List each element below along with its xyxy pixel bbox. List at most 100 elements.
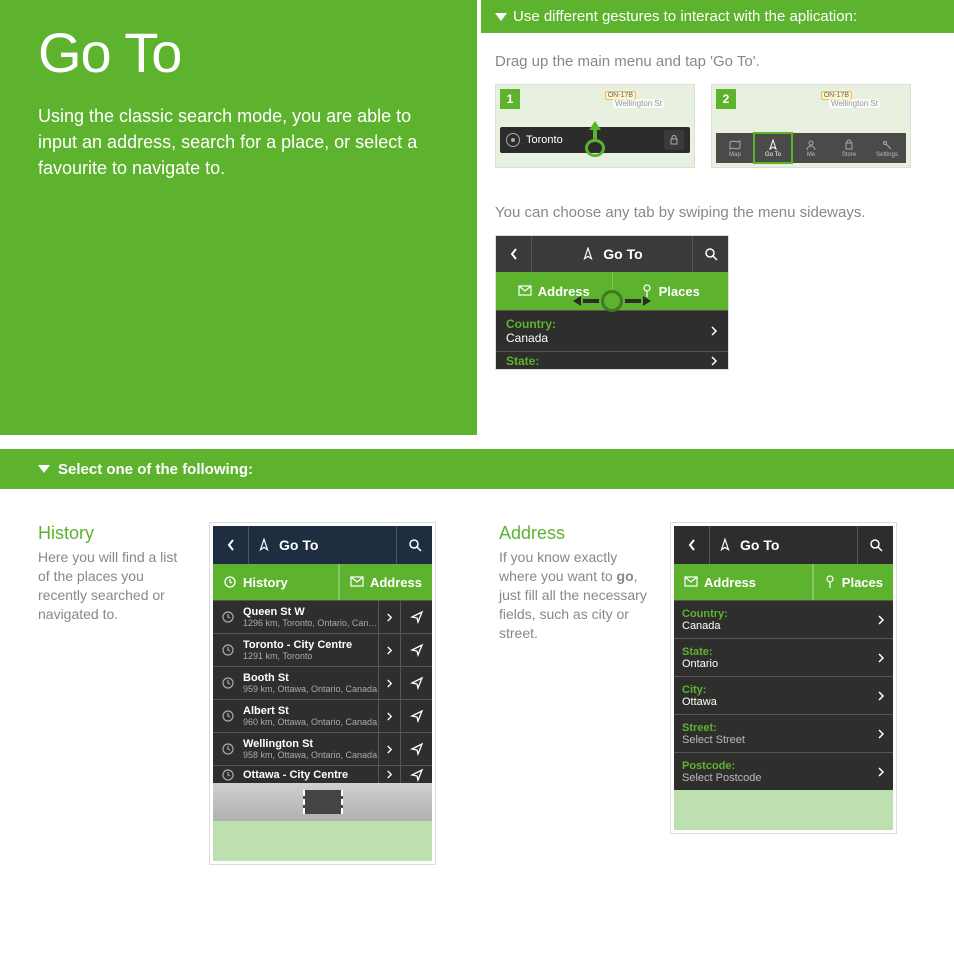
- address-field-label: Street:: [682, 722, 877, 734]
- country-row[interactable]: Country: Canada: [496, 310, 728, 351]
- tab-address[interactable]: Address: [674, 564, 813, 600]
- history-item[interactable]: Booth St959 km, Ottawa, Ontario, Canada: [213, 666, 432, 699]
- address-field-row[interactable]: Street:Select Street: [674, 714, 893, 752]
- tab-history[interactable]: History: [213, 564, 339, 600]
- address-field-label: Country:: [682, 608, 877, 620]
- search-button[interactable]: [692, 236, 728, 272]
- address-field-row[interactable]: City:Ottawa: [674, 676, 893, 714]
- swipe-panel: Go To Address Places: [495, 235, 729, 370]
- step1-thumb-1: 1 ON-17B Wellington St Toronto: [495, 84, 695, 168]
- chevron-right-icon: [710, 325, 718, 337]
- chevron-right-icon: [877, 728, 885, 740]
- clock-icon: [213, 709, 243, 723]
- navigate-button[interactable]: [400, 700, 432, 732]
- address-phone-preview: Go To Address Places Coun: [671, 523, 896, 833]
- state-row[interactable]: State:: [496, 351, 728, 369]
- menu-goto[interactable]: Go To: [754, 133, 792, 163]
- menu-map[interactable]: Map: [716, 133, 754, 163]
- history-item-name: Ottawa - City Centre: [243, 769, 378, 781]
- envelope-icon: [350, 576, 364, 588]
- clock-icon: [213, 643, 243, 657]
- chevron-right-icon: [378, 634, 400, 666]
- back-button[interactable]: [496, 236, 532, 272]
- arrow-icon: [581, 247, 595, 261]
- address-title: Address: [499, 523, 649, 544]
- history-item[interactable]: Wellington St958 km, Ottawa, Ontario, Ca…: [213, 732, 432, 765]
- chevron-right-icon: [378, 766, 400, 783]
- history-item-sub: 1291 km, Toronto: [243, 651, 378, 661]
- history-item-name: Toronto - City Centre: [243, 639, 378, 651]
- gestures-header-label: Use different gestures to interact with …: [513, 8, 857, 25]
- chevron-right-icon: [378, 667, 400, 699]
- tab-places[interactable]: Places: [813, 564, 893, 600]
- history-item[interactable]: Queen St W1296 km, Toronto, Ontario, Can…: [213, 600, 432, 633]
- history-item-name: Albert St: [243, 705, 378, 717]
- address-field-row[interactable]: Postcode:Select Postcode: [674, 752, 893, 790]
- navigate-button[interactable]: [400, 601, 432, 633]
- address-field-label: Postcode:: [682, 760, 877, 772]
- address-field-row[interactable]: Country:Canada: [674, 600, 893, 638]
- select-header: Select one of the following:: [0, 449, 477, 489]
- location-icon: [506, 133, 520, 147]
- step-number-2: 2: [716, 89, 736, 109]
- address-field-label: City:: [682, 684, 877, 696]
- navigate-button[interactable]: [400, 634, 432, 666]
- history-item[interactable]: Albert St960 km, Ottawa, Ontario, Canada: [213, 699, 432, 732]
- tab-address[interactable]: Address: [339, 564, 432, 600]
- search-button[interactable]: [857, 526, 893, 564]
- step-number-1: 1: [500, 89, 520, 109]
- swipe-up-gesture-icon: [584, 121, 606, 157]
- address-section: Address If you know exactly where you wa…: [477, 489, 954, 919]
- chevron-right-icon: [378, 733, 400, 765]
- history-item-sub: 1296 km, Toronto, Ontario, Canada: [243, 618, 378, 628]
- history-item-sub: 958 km, Ottawa, Ontario, Canada: [243, 750, 378, 760]
- chevron-right-icon: [710, 355, 718, 367]
- clock-icon: [223, 575, 237, 589]
- header-spacer: [477, 449, 954, 489]
- back-button[interactable]: [213, 526, 249, 564]
- address-field-value: Ottawa: [682, 696, 877, 708]
- arrow-icon: [718, 538, 732, 552]
- clock-icon: [213, 676, 243, 690]
- chevron-right-icon: [378, 700, 400, 732]
- navigate-button[interactable]: [400, 766, 432, 783]
- history-item-name: Wellington St: [243, 738, 378, 750]
- address-field-value: Canada: [682, 620, 877, 632]
- phone-title-label: Go To: [740, 537, 779, 553]
- clock-icon: [213, 768, 243, 782]
- address-field-row[interactable]: State:Ontario: [674, 638, 893, 676]
- chevron-right-icon: [877, 652, 885, 664]
- menu-settings[interactable]: Settings: [868, 133, 906, 163]
- history-item[interactable]: Toronto - City Centre1291 km, Toronto: [213, 633, 432, 666]
- map-background: [674, 790, 893, 830]
- address-field-value: Select Street: [682, 734, 877, 746]
- page-title: Go To: [38, 20, 437, 85]
- envelope-icon: [518, 285, 532, 297]
- clock-icon: [213, 610, 243, 624]
- step1-caption: Drag up the main menu and tap 'Go To'.: [495, 53, 940, 70]
- panel-title: Go To: [603, 246, 642, 262]
- navigate-button[interactable]: [400, 733, 432, 765]
- gestures-header: Use different gestures to interact with …: [481, 0, 954, 33]
- history-item[interactable]: Ottawa - City Centre: [213, 765, 432, 783]
- history-section: History Here you will find a list of the…: [0, 489, 477, 919]
- swipe-horizontal-gesture-icon: [573, 290, 651, 312]
- step1-thumb-2: 2 ON-17B Wellington St Map Go To: [711, 84, 911, 168]
- navigate-button[interactable]: [400, 667, 432, 699]
- address-field-value: Select Postcode: [682, 772, 877, 784]
- history-phone-preview: Go To History Address Que: [210, 523, 435, 864]
- hero-panel: Go To Using the classic search mode, you…: [0, 0, 477, 435]
- menu-me[interactable]: Me: [792, 133, 830, 163]
- page-description: Using the classic search mode, you are a…: [38, 103, 437, 181]
- chevron-right-icon: [378, 601, 400, 633]
- search-button[interactable]: [396, 526, 432, 564]
- address-field-value: Ontario: [682, 658, 877, 670]
- triangle-down-icon: [495, 13, 507, 21]
- step2-caption: You can choose any tab by swiping the me…: [495, 204, 940, 221]
- back-button[interactable]: [674, 526, 710, 564]
- menu-store[interactable]: Store: [830, 133, 868, 163]
- road-label: Wellington St: [829, 99, 880, 108]
- address-description: If you know exactly where you want to go…: [499, 548, 649, 642]
- history-item-name: Booth St: [243, 672, 378, 684]
- map-background: [213, 821, 432, 861]
